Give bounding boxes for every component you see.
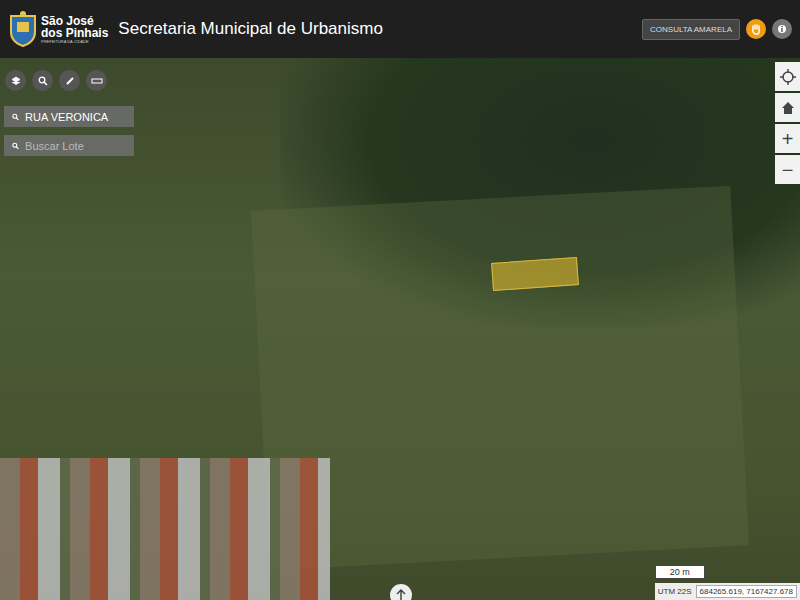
- map-control-button[interactable]: [775, 62, 800, 91]
- search-icon: [38, 76, 48, 86]
- info-icon: [777, 24, 787, 34]
- search-input[interactable]: [25, 108, 126, 126]
- buildings-area: [0, 458, 330, 600]
- hand-icon: [750, 23, 762, 35]
- search-input[interactable]: [25, 137, 126, 155]
- toolbar: [5, 70, 107, 91]
- map-controls: +−: [775, 62, 800, 184]
- header: São Josédos PinhaisPREFEITURA DA CIDADES…: [0, 0, 800, 58]
- locate-icon: [780, 69, 796, 85]
- search-icon: [12, 113, 19, 121]
- map-info: 20 m UTM 22S 684265.619, 7167427.678: [655, 566, 800, 600]
- map-control-button[interactable]: −: [775, 155, 800, 184]
- app-title: Secretaria Municipal de Urbanismo: [118, 19, 632, 39]
- hand-button[interactable]: [746, 19, 766, 39]
- map-control-button[interactable]: [775, 93, 800, 122]
- tool-button[interactable]: [86, 70, 107, 91]
- search-panel: [4, 106, 134, 156]
- search-field[interactable]: [4, 106, 134, 127]
- consult-button[interactable]: CONSULTA AMARELA: [642, 19, 740, 40]
- logo-line: dos Pinhais: [41, 27, 108, 39]
- home-icon: [781, 101, 795, 115]
- pencil-icon: [65, 76, 75, 86]
- tool-button[interactable]: [59, 70, 80, 91]
- search-icon: [12, 142, 19, 150]
- scale-bar: 20 m: [655, 566, 705, 579]
- selected-parcel[interactable]: [491, 257, 579, 291]
- tool-button[interactable]: [5, 70, 26, 91]
- info-button[interactable]: [772, 19, 792, 39]
- north-arrow[interactable]: [390, 584, 412, 600]
- ruler-icon: [91, 76, 103, 86]
- logo-sub: PREFEITURA DA CIDADE: [41, 40, 108, 44]
- logo[interactable]: São Josédos PinhaisPREFEITURA DA CIDADE: [8, 10, 108, 48]
- tool-button[interactable]: [32, 70, 53, 91]
- layers-icon: [11, 76, 21, 86]
- logo-line: São José: [41, 15, 108, 27]
- map-control-button[interactable]: +: [775, 124, 800, 153]
- coordinate-value: 684265.619, 7167427.678: [696, 585, 797, 598]
- map-app: São Josédos PinhaisPREFEITURA DA CIDADES…: [0, 0, 800, 600]
- coordinate-system: UTM 22S: [658, 587, 692, 596]
- search-field[interactable]: [4, 135, 134, 156]
- map[interactable]: +− 20 m UTM 22S 684265.619, 7167427.678: [0, 58, 800, 600]
- crest-icon: [8, 10, 38, 48]
- coordinates: UTM 22S 684265.619, 7167427.678: [655, 583, 800, 600]
- north-arrow-icon: [394, 588, 408, 600]
